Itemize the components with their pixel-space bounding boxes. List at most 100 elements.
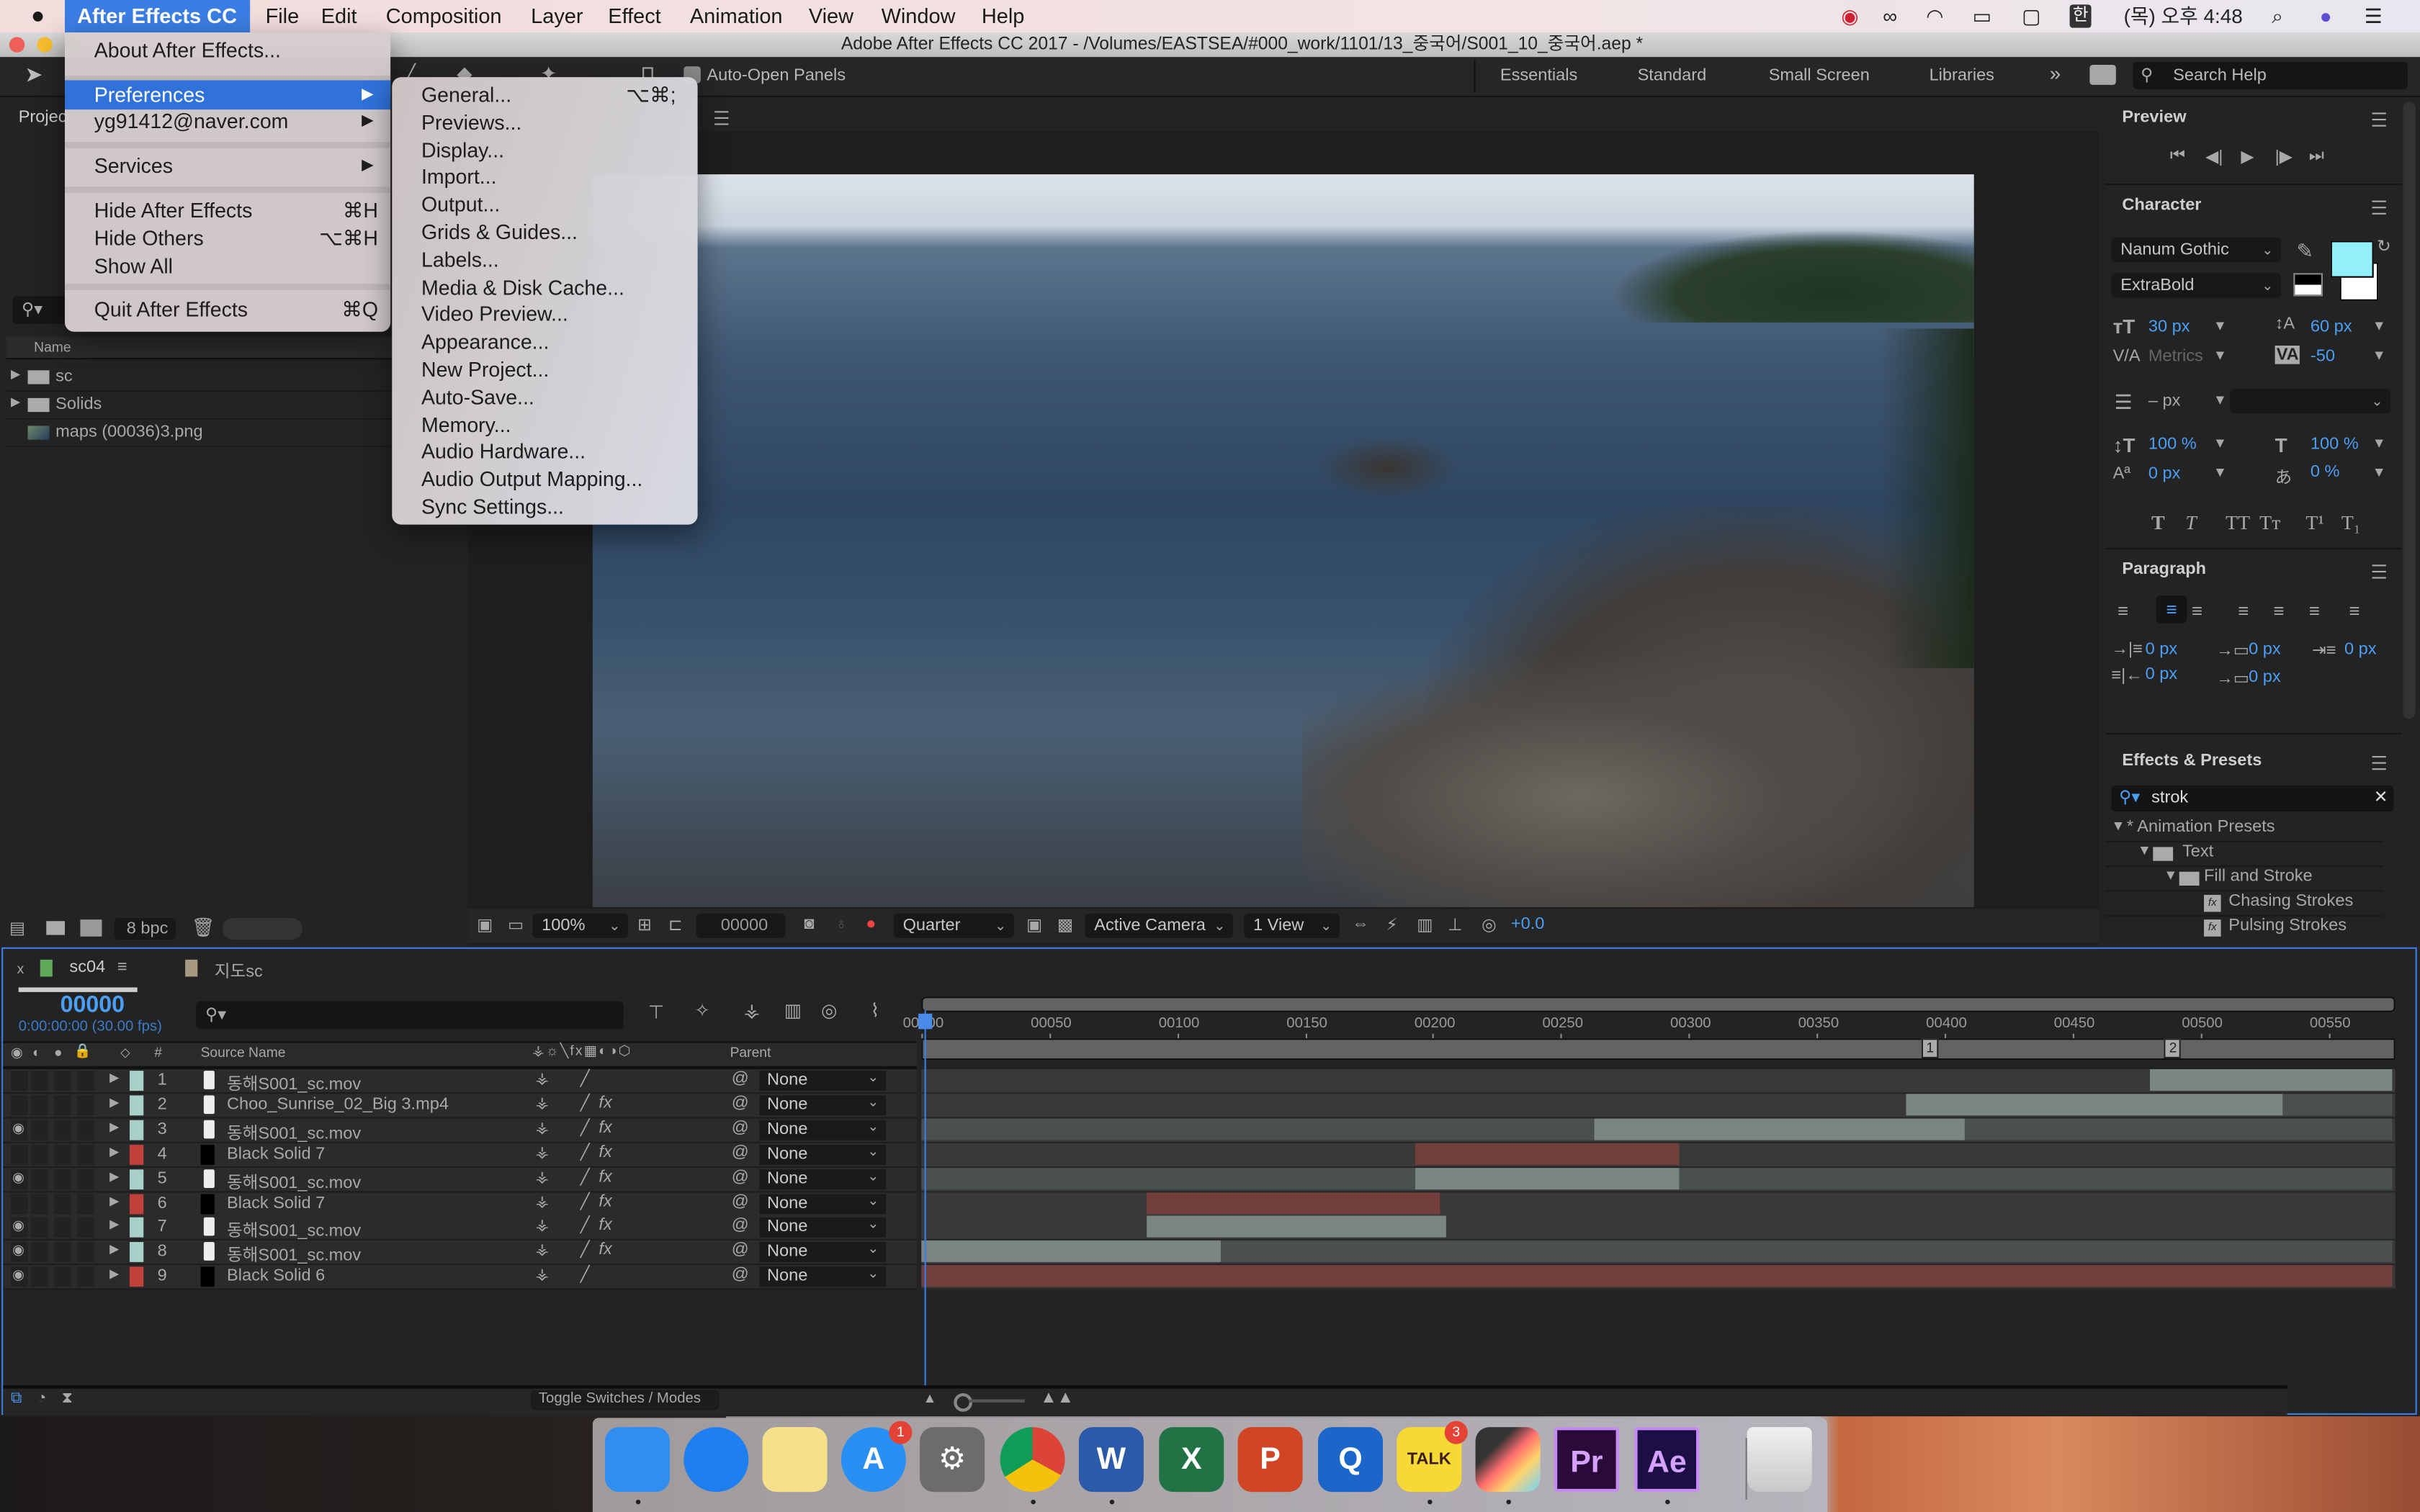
font-style-dropdown[interactable]: ExtraBold ⌄: [2111, 273, 2282, 298]
layer-label-color[interactable]: [130, 1242, 144, 1263]
column-number[interactable]: #: [154, 1045, 162, 1060]
faux-italic-button[interactable]: T: [2185, 510, 2197, 535]
black-white-swatch[interactable]: [2293, 273, 2323, 297]
stroke-style-dropdown[interactable]: ⌄: [2230, 389, 2391, 414]
current-time-field[interactable]: 00000: [696, 913, 786, 938]
grid-guides-icon[interactable]: ⊞: [637, 915, 652, 935]
timeline-icon[interactable]: ▥: [1417, 915, 1433, 935]
paragraph-menu-icon[interactable]: [2372, 564, 2386, 579]
solo-toggle[interactable]: [54, 1193, 71, 1214]
effects-tree-item[interactable]: ▼ * Animation Presets: [2105, 816, 2383, 842]
layer-row[interactable]: ◉ ▶ 7 동해S001_sc.mov ⚶ ╱ fx @ None ⌄: [3, 1216, 917, 1241]
dock-app-premiere-pro[interactable]: Pr: [1554, 1427, 1619, 1493]
layer-row[interactable]: ▶ 4 Black Solid 7 ⚶ ╱ fx @ None ⌄: [3, 1143, 917, 1168]
workspace-small-screen[interactable]: Small Screen: [1769, 66, 1870, 85]
video-visibility-toggle[interactable]: ◉: [11, 1120, 28, 1140]
chevron-down-icon[interactable]: ▼: [2372, 435, 2386, 450]
always-preview-icon[interactable]: ▣: [477, 915, 493, 935]
effects-switch-icon[interactable]: fx: [599, 1094, 611, 1112]
layer-row[interactable]: ▶ 1 동해S001_sc.mov ⚶ ╱ @ None ⌄: [3, 1069, 917, 1094]
prefs-menu-item[interactable]: Labels...: [392, 246, 697, 274]
notification-app-icon[interactable]: ◉: [1841, 0, 1858, 32]
notification-center-icon[interactable]: ☰: [2365, 0, 2383, 32]
shy-layers-icon[interactable]: ⚶: [744, 1000, 760, 1022]
prefs-menu-item[interactable]: Sync Settings...: [392, 494, 697, 522]
quality-switch-icon[interactable]: ╱: [581, 1243, 590, 1260]
dock-app-kakaotalk[interactable]: TALK 3: [1397, 1421, 1468, 1493]
chevron-down-icon[interactable]: ▼: [2213, 318, 2227, 333]
audio-toggle[interactable]: [30, 1071, 48, 1091]
last-frame-icon[interactable]: ⏭: [2309, 147, 2324, 167]
fast-previews-icon[interactable]: ⚡: [1386, 915, 1398, 935]
effects-tree-item[interactable]: ▼ Text: [2105, 841, 2383, 868]
graph-editor-icon[interactable]: ⌇: [871, 1000, 880, 1022]
close-tab-icon[interactable]: x: [17, 961, 24, 976]
audio-toggle[interactable]: [30, 1218, 48, 1238]
prefs-menu-item[interactable]: Import...: [392, 164, 697, 192]
lock-toggle[interactable]: [77, 1095, 94, 1116]
lock-toggle[interactable]: [77, 1193, 94, 1214]
exposure-reset-icon[interactable]: ◎: [1482, 915, 1497, 935]
shy-switch-icon[interactable]: ⚶: [536, 1243, 549, 1260]
parent-dropdown[interactable]: None ⌄: [759, 1069, 886, 1091]
clock[interactable]: (목) 오후 4:48: [2124, 0, 2243, 32]
solo-toggle[interactable]: [54, 1266, 71, 1287]
character-menu-icon[interactable]: [2372, 200, 2386, 215]
project-scrollbar[interactable]: [222, 918, 302, 940]
zoom-in-icon[interactable]: ▲▲: [1040, 1389, 1074, 1408]
transparency-grid-icon[interactable]: ▩: [1057, 915, 1073, 935]
play-icon[interactable]: ▶: [2241, 147, 2254, 167]
indent-left-value[interactable]: 0 px: [2146, 640, 2178, 659]
video-visibility-toggle[interactable]: [11, 1095, 28, 1116]
parent-dropdown[interactable]: None ⌄: [759, 1192, 886, 1214]
parent-dropdown[interactable]: None ⌄: [759, 1216, 886, 1238]
shy-switch-icon[interactable]: ⚶: [536, 1218, 549, 1236]
lock-toggle[interactable]: [77, 1120, 94, 1140]
lock-toggle[interactable]: [77, 1266, 94, 1287]
effects-switch-icon[interactable]: fx: [599, 1143, 611, 1161]
prefs-menu-item[interactable]: General... ⌥⌘;: [392, 82, 697, 110]
dock-app-app-store[interactable]: A1: [841, 1421, 913, 1493]
minimize-window-button[interactable]: [37, 37, 53, 53]
faux-bold-button[interactable]: T: [2151, 510, 2165, 535]
effects-switch-icon[interactable]: fx: [599, 1192, 611, 1210]
right-panel-scrollbar[interactable]: [2403, 102, 2416, 719]
toggle-switches-modes-button[interactable]: Toggle Switches / Modes: [531, 1390, 720, 1410]
transfer-controls-icon[interactable]: ◔: [37, 1390, 46, 1408]
quality-switch-icon[interactable]: ╱: [581, 1218, 590, 1236]
pick-whip-icon[interactable]: @: [732, 1094, 749, 1112]
airplay-icon[interactable]: ▭: [1973, 0, 1991, 32]
prefs-menu-item[interactable]: Media & Disk Cache...: [392, 274, 697, 302]
layer-name[interactable]: 동해S001_sc.mov: [227, 1071, 361, 1095]
chevron-down-icon[interactable]: ▼: [2213, 347, 2227, 362]
font-size-value[interactable]: 30 px: [2148, 318, 2190, 336]
dock-app-final-cut-pro[interactable]: [1475, 1427, 1541, 1493]
fill-color-swatch[interactable]: [2330, 240, 2374, 278]
audio-toggle[interactable]: [30, 1266, 48, 1287]
preview-menu-icon[interactable]: [2372, 112, 2386, 127]
creative-cloud-icon[interactable]: ∞: [1883, 0, 1897, 32]
parent-dropdown[interactable]: None ⌄: [759, 1118, 886, 1140]
chevron-down-icon[interactable]: ▼: [2213, 464, 2227, 480]
menu-help[interactable]: Help: [969, 0, 1037, 32]
layer-row[interactable]: ▶ 6 Black Solid 7 ⚶ ╱ fx @ None ⌄: [3, 1192, 917, 1217]
layer-name[interactable]: 동해S001_sc.mov: [227, 1120, 361, 1144]
small-caps-button[interactable]: Tт: [2259, 510, 2280, 535]
layer-duration-bar[interactable]: [1146, 1216, 1446, 1238]
lock-toggle[interactable]: [77, 1071, 94, 1091]
bpc-button[interactable]: 8 bpc: [114, 918, 176, 940]
video-visibility-toggle[interactable]: ◉: [11, 1169, 28, 1189]
prefs-menu-item[interactable]: Output...: [392, 192, 697, 220]
menu-animation[interactable]: Animation: [678, 0, 795, 32]
subscript-button[interactable]: T₁: [2341, 510, 2361, 535]
layer-duration-bar[interactable]: [1906, 1094, 2282, 1116]
time-navigator-bar[interactable]: [921, 996, 2396, 1012]
quality-switch-icon[interactable]: ╱: [581, 1144, 590, 1161]
flowchart-icon[interactable]: ⊥: [1448, 915, 1463, 935]
solo-header-icon[interactable]: ●: [54, 1045, 63, 1060]
layer-duration-bar[interactable]: [921, 1241, 1221, 1263]
shy-switch-icon[interactable]: ⚶: [536, 1169, 549, 1186]
region-of-interest-icon[interactable]: ▣: [1026, 915, 1042, 935]
previous-frame-icon[interactable]: ◀|: [2205, 147, 2223, 167]
video-visibility-toggle[interactable]: ◉: [11, 1218, 28, 1238]
